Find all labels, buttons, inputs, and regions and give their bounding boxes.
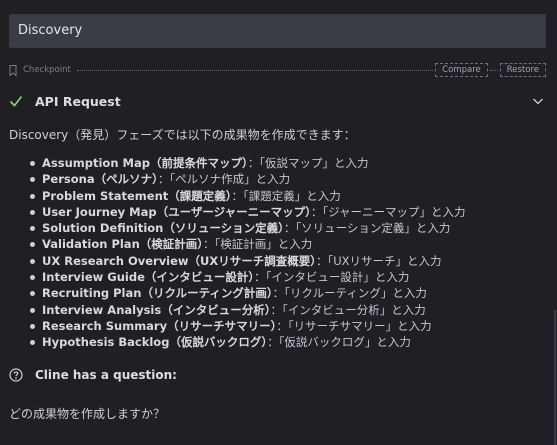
question-circle-icon [9, 368, 23, 382]
item-name: Solution Definition（ソリューション定義） [42, 221, 284, 236]
item-name: Interview Guide（インタビュー設計） [42, 270, 255, 285]
api-request-header[interactable]: API Request [9, 90, 546, 112]
item-desc: ：「仮説マップ」と入力 [247, 156, 369, 170]
task-input[interactable]: Discovery [9, 14, 546, 48]
item-name: Hypothesis Backlog（仮説バックログ） [42, 335, 268, 350]
item-name: Problem Statement（課題定義） [42, 188, 232, 203]
item-name: Interview Analysis（インタビュー分析） [42, 302, 271, 317]
item-desc: ：「ジャーニーマップ」と入力 [310, 204, 466, 219]
compare-button[interactable]: Compare [435, 63, 488, 77]
list-item: Assumption Map（前提条件マップ）：「仮説マップ」と入力 [30, 155, 466, 171]
checkmark-icon [9, 96, 23, 107]
checkpoint-divider [489, 69, 498, 71]
api-request-title: API Request [35, 93, 121, 109]
question-text: どの成果物を作成しますか？ [9, 407, 166, 421]
list-item: Solution Definition（ソリューション定義）：「ソリューション定… [30, 220, 466, 236]
item-name: Research Summary（リサーチサマリー） [42, 318, 277, 333]
item-desc: ：「UXリサーチ」と入力 [316, 253, 442, 268]
item-name: Persona（ペルソナ） [42, 172, 158, 187]
chat-panel: Discovery Checkpoint Compare Restore API… [0, 0, 557, 445]
list-item: Persona（ペルソナ）：「ペルソナ作成」と入力 [30, 171, 466, 187]
list-item: Validation Plan（検証計画）：「検証計画」と入力 [30, 236, 466, 252]
list-item: User Journey Map（ユーザージャーニーマップ）：「ジャーニーマップ… [30, 204, 466, 220]
restore-button[interactable]: Restore [499, 63, 546, 77]
item-name: UX Research Overview（UXリサーチ調査概要） [42, 253, 317, 268]
item-desc: ：「仮説バックログ」と入力 [267, 335, 411, 350]
question-header-label: Cline has a question: [35, 368, 177, 382]
deliverables-list: Assumption Map（前提条件マップ）：「仮説マップ」と入力 Perso… [30, 155, 466, 351]
list-item: UX Research Overview（UXリサーチ調査概要）：「UXリサーチ… [30, 253, 466, 269]
item-name: User Journey Map（ユーザージャーニーマップ） [42, 204, 311, 219]
scrollbar[interactable] [554, 310, 556, 445]
item-desc: ：「インタビュー分析」と入力 [270, 302, 426, 317]
question-header: Cline has a question: [9, 368, 177, 382]
item-name: Assumption Map（前提条件マップ） [42, 156, 248, 170]
item-desc: ：「ソリューション定義」と入力 [283, 221, 451, 236]
list-item: Interview Analysis（インタビュー分析）：「インタビュー分析」と… [30, 302, 466, 318]
list-item: Interview Guide（インタビュー設計）：「インタビュー設計」と入力 [30, 269, 466, 285]
item-name: Recruiting Plan（リクルーティング計画） [42, 286, 273, 301]
item-desc: ：「インタビュー設計」と入力 [254, 270, 410, 285]
checkpoint-label: Checkpoint [23, 65, 71, 75]
chevron-down-icon[interactable] [532, 95, 544, 107]
checkpoint-row: Checkpoint Compare Restore [9, 62, 546, 78]
item-desc: ：「リクルーティング」と入力 [272, 286, 427, 301]
list-item: Research Summary（リサーチサマリー）：「リサーチサマリー」と入力 [30, 318, 466, 334]
checkpoint-divider [76, 69, 434, 71]
item-name: Validation Plan（検証計画） [42, 237, 204, 252]
bookmark-icon [9, 64, 17, 76]
item-desc: ：「リサーチサマリー」と入力 [276, 318, 432, 333]
list-item: Hypothesis Backlog（仮説バックログ）：「仮説バックログ」と入力 [30, 334, 466, 350]
item-desc: ：「課題定義」と入力 [231, 188, 341, 203]
message-intro: Discovery（発見）フェーズでは以下の成果物を作成できます： [9, 128, 356, 142]
list-item: Recruiting Plan（リクルーティング計画）：「リクルーティング」と入… [30, 285, 466, 301]
item-desc: ：「ペルソナ作成」と入力 [157, 172, 291, 187]
item-desc: ：「検証計画」と入力 [203, 237, 313, 252]
list-item: Problem Statement（課題定義）：「課題定義」と入力 [30, 188, 466, 204]
